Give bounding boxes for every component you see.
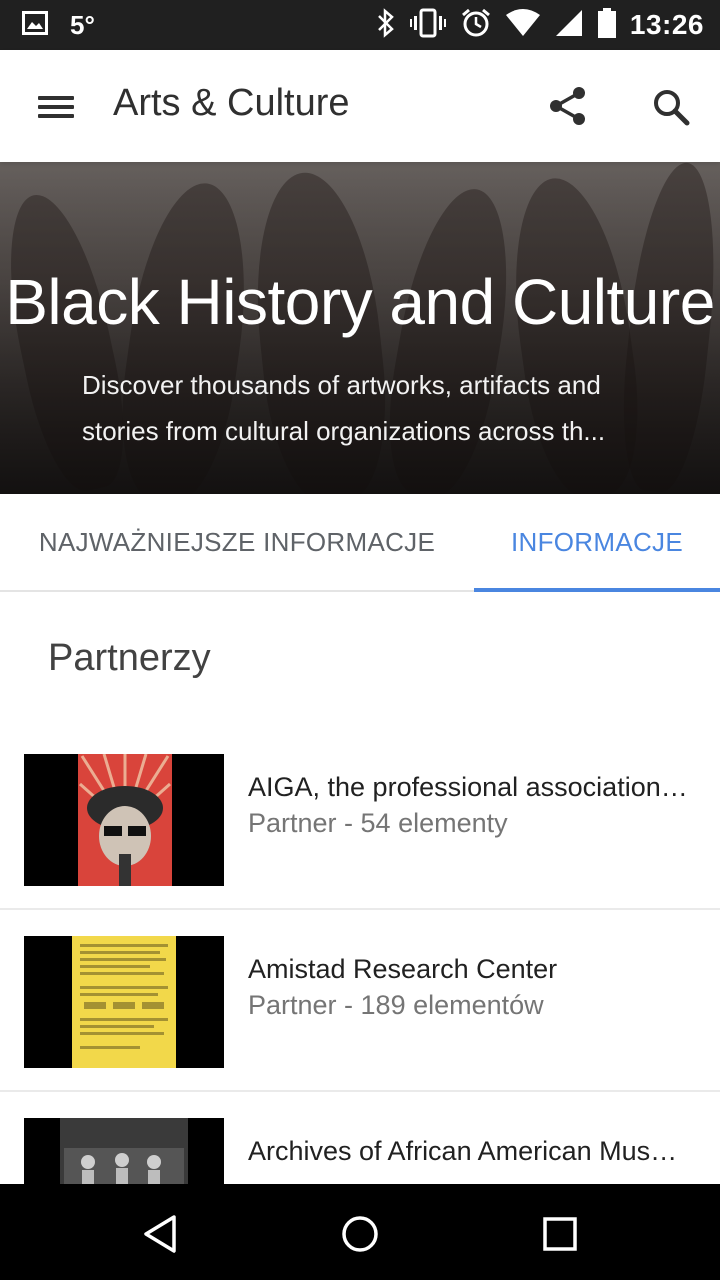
hero-description: Discover thousands of artworks, artifact… — [82, 370, 606, 446]
partner-meta: Partner - 189 elementów — [248, 990, 544, 1020]
clock: 13:26 — [629, 9, 704, 40]
back-icon[interactable] — [140, 1214, 180, 1259]
tab-highlights[interactable]: NAJWAŻNIEJSZE INFORMACJE — [0, 494, 474, 590]
section-title: Partnerzy — [48, 637, 211, 679]
image-icon — [22, 10, 48, 40]
tab-information[interactable]: INFORMACJE — [474, 494, 720, 592]
tab-indicator — [474, 588, 720, 592]
recents-icon[interactable] — [542, 1214, 578, 1259]
partner-meta: Partner - 54 elementy — [248, 808, 508, 838]
vibrate-icon — [409, 8, 446, 43]
signal-icon — [554, 8, 584, 43]
menu-icon[interactable] — [38, 96, 74, 118]
status-bar: 5° 13:26 — [0, 0, 720, 50]
partner-name: Archives of African American Mus… — [248, 1136, 678, 1166]
home-icon[interactable] — [340, 1214, 380, 1259]
tab-label: NAJWAŻNIEJSZE INFORMACJE — [38, 526, 436, 557]
hero-title: Black History and Culture — [5, 266, 715, 338]
tab-label: INFORMACJE — [511, 526, 683, 557]
bluetooth-icon — [376, 7, 396, 44]
app-bar: Arts & Culture — [0, 50, 720, 162]
partner-name: AIGA, the professional association… — [248, 772, 688, 802]
search-icon[interactable] — [652, 88, 690, 131]
partner-name: Amistad Research Center — [248, 954, 558, 984]
temperature: 5° — [70, 9, 95, 40]
hero-banner: Black History and Culture Discover thous… — [0, 162, 720, 494]
battery-icon — [597, 7, 616, 43]
partner-thumbnail — [24, 754, 224, 886]
app-title: Arts & Culture — [113, 82, 350, 124]
share-icon[interactable] — [548, 86, 588, 131]
tab-bar: NAJWAŻNIEJSZE INFORMACJE INFORMACJE — [0, 494, 720, 592]
alarm-icon — [460, 7, 492, 44]
list-item[interactable]: Amistad Research Center Partner - 189 el… — [0, 910, 720, 1092]
partner-thumbnail — [24, 936, 224, 1068]
list-item[interactable]: AIGA, the professional association… Part… — [0, 728, 720, 910]
system-navigation-bar — [0, 1184, 720, 1280]
wifi-icon — [505, 8, 540, 42]
